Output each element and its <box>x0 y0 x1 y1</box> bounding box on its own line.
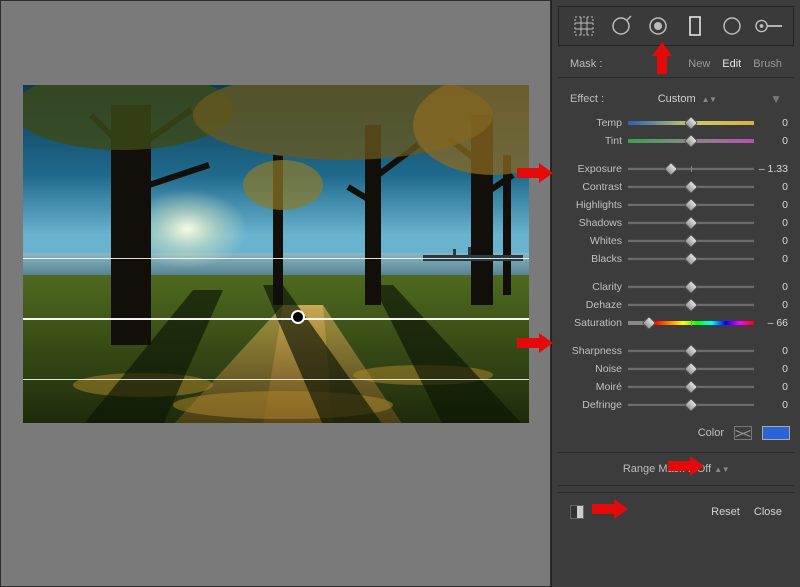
spot-tool[interactable] <box>607 12 635 40</box>
effect-row: Effect : Custom ▲▼ ▼ <box>558 86 794 112</box>
slider-noise-value[interactable]: 0 <box>754 363 788 375</box>
slider-highlights: Highlights 0 <box>564 196 788 214</box>
slider-sharpness: Sharpness 0 <box>564 342 788 360</box>
invert-mask-icon[interactable] <box>570 505 584 519</box>
slider-moire-value[interactable]: 0 <box>754 381 788 393</box>
slider-contrast-label: Contrast <box>564 181 628 193</box>
disclosure-triangle-icon[interactable]: ▼ <box>770 92 782 106</box>
slider-sharpness-track[interactable] <box>628 345 754 357</box>
slider-sharpness-label: Sharpness <box>564 345 628 357</box>
chevron-updown-icon: ▲▼ <box>702 95 717 104</box>
slider-whites-value[interactable]: 0 <box>754 235 788 247</box>
slider-defringe-label: Defringe <box>564 399 628 411</box>
redeye-tool[interactable] <box>644 12 672 40</box>
slider-noise-label: Noise <box>564 363 628 375</box>
slider-blacks-value[interactable]: 0 <box>754 253 788 265</box>
tab-brush[interactable]: Brush <box>753 58 782 70</box>
slider-clarity-track[interactable] <box>628 281 754 293</box>
slider-tint-label: Tint <box>564 135 628 147</box>
slider-defringe-value[interactable]: 0 <box>754 399 788 411</box>
mask-row: Mask : New Edit Brush <box>558 50 794 78</box>
slider-temp-track[interactable] <box>628 117 754 129</box>
slider-saturation-track[interactable] <box>628 317 754 329</box>
chevron-updown-icon: ▲▼ <box>714 465 729 474</box>
slider-temp: Temp 0 <box>564 114 788 132</box>
reset-button[interactable]: Reset <box>711 506 740 518</box>
slider-clarity-label: Clarity <box>564 281 628 293</box>
tab-new[interactable]: New <box>688 58 710 70</box>
slider-exposure-track[interactable] <box>628 163 754 175</box>
slider-exposure-value[interactable]: – 1.33 <box>754 163 788 175</box>
brush-tool[interactable] <box>755 12 783 40</box>
graduated-filter-tool[interactable] <box>681 12 709 40</box>
slider-saturation-value[interactable]: – 66 <box>754 317 788 329</box>
slider-exposure: Exposure – 1.33 <box>564 160 788 178</box>
gradient-pin[interactable] <box>291 310 305 324</box>
crop-tool[interactable] <box>570 12 598 40</box>
slider-moire: Moiré 0 <box>564 378 788 396</box>
sliders-panel: Temp0Tint0Exposure– 1.33Contrast0Highlig… <box>558 114 794 420</box>
slider-clarity-value[interactable]: 0 <box>754 281 788 293</box>
canvas-pane <box>0 0 551 587</box>
gradient-guide-top[interactable] <box>23 258 529 259</box>
slider-temp-value[interactable]: 0 <box>754 117 788 129</box>
slider-dehaze-track[interactable] <box>628 299 754 311</box>
slider-contrast-track[interactable] <box>628 181 754 193</box>
slider-contrast: Contrast 0 <box>564 178 788 196</box>
local-tools-row <box>558 6 794 46</box>
slider-temp-label: Temp <box>564 117 628 129</box>
slider-moire-label: Moiré <box>564 381 628 393</box>
slider-contrast-value[interactable]: 0 <box>754 181 788 193</box>
slider-tint-track[interactable] <box>628 135 754 147</box>
color-row: Color <box>562 420 790 446</box>
slider-dehaze-value[interactable]: 0 <box>754 299 788 311</box>
effect-label: Effect : <box>570 93 604 105</box>
gradient-guide-bottom[interactable] <box>23 379 529 380</box>
slider-tint-value[interactable]: 0 <box>754 135 788 147</box>
color-none-icon[interactable] <box>734 426 752 440</box>
slider-tint: Tint 0 <box>564 132 788 150</box>
slider-moire-track[interactable] <box>628 381 754 393</box>
slider-whites-label: Whites <box>564 235 628 247</box>
image-preview[interactable] <box>23 85 529 423</box>
slider-noise-track[interactable] <box>628 363 754 375</box>
slider-whites: Whites 0 <box>564 232 788 250</box>
slider-blacks-label: Blacks <box>564 253 628 265</box>
slider-highlights-value[interactable]: 0 <box>754 199 788 211</box>
slider-noise: Noise 0 <box>564 360 788 378</box>
slider-shadows-value[interactable]: 0 <box>754 217 788 229</box>
slider-shadows-track[interactable] <box>628 217 754 229</box>
slider-blacks-track[interactable] <box>628 253 754 265</box>
slider-highlights-track[interactable] <box>628 199 754 211</box>
slider-whites-track[interactable] <box>628 235 754 247</box>
develop-panel: Mask : New Edit Brush Effect : Custom ▲▼… <box>551 0 800 587</box>
slider-clarity: Clarity 0 <box>564 278 788 296</box>
slider-dehaze-label: Dehaze <box>564 299 628 311</box>
tab-edit[interactable]: Edit <box>722 58 741 70</box>
slider-shadows-label: Shadows <box>564 217 628 229</box>
gradient-guide-mid[interactable] <box>23 318 529 320</box>
effect-dropdown[interactable]: Custom ▲▼ <box>658 93 717 105</box>
slider-saturation-label: Saturation <box>564 317 628 329</box>
slider-blacks: Blacks 0 <box>564 250 788 268</box>
slider-defringe-track[interactable] <box>628 399 754 411</box>
slider-dehaze: Dehaze 0 <box>564 296 788 314</box>
slider-shadows: Shadows 0 <box>564 214 788 232</box>
mask-label: Mask : <box>570 58 602 70</box>
slider-defringe: Defringe 0 <box>564 396 788 414</box>
color-swatch[interactable] <box>762 426 790 440</box>
effect-value: Custom <box>658 93 696 105</box>
slider-saturation: Saturation – 66 <box>564 314 788 332</box>
slider-highlights-label: Highlights <box>564 199 628 211</box>
close-button[interactable]: Close <box>754 506 782 518</box>
radial-filter-tool[interactable] <box>718 12 746 40</box>
mask-tabs: New Edit Brush <box>688 58 782 70</box>
slider-sharpness-value[interactable]: 0 <box>754 345 788 357</box>
color-label: Color <box>698 427 724 439</box>
slider-exposure-label: Exposure <box>564 163 628 175</box>
